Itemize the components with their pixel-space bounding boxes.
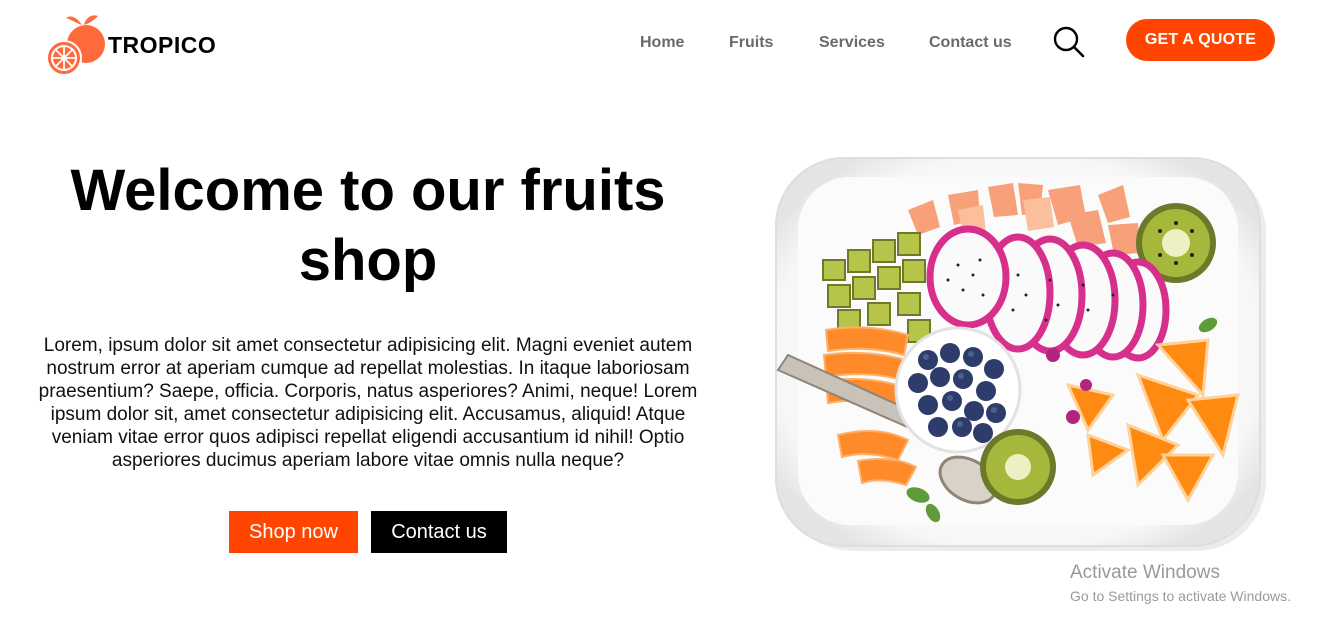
shop-now-button[interactable]: Shop now [229, 511, 358, 553]
nav-services[interactable]: Services [819, 34, 885, 52]
search-icon [1053, 26, 1085, 58]
contact-us-button[interactable]: Contact us [371, 511, 507, 553]
watermark-subtitle: Go to Settings to activate Windows. [1070, 588, 1291, 604]
hero-description: Lorem, ipsum dolor sit amet consectetur … [38, 335, 698, 471]
watermark-title: Activate Windows [1070, 562, 1220, 583]
search-button[interactable] [1052, 25, 1086, 59]
activate-windows-watermark: Activate Windows Go to Settings to activ… [1070, 562, 1291, 606]
hero-title: Welcome to our fruits shop [70, 158, 666, 293]
get-a-quote-button[interactable]: GET A QUOTE [1126, 19, 1275, 61]
fruit-plate-image [775, 157, 1266, 551]
nav-home[interactable]: Home [640, 34, 684, 52]
nav-contact-us[interactable]: Contact us [929, 34, 1012, 52]
nav-fruits[interactable]: Fruits [729, 34, 773, 52]
site-header: TROPICO Home Fruits Services Contact us … [0, 0, 1339, 90]
